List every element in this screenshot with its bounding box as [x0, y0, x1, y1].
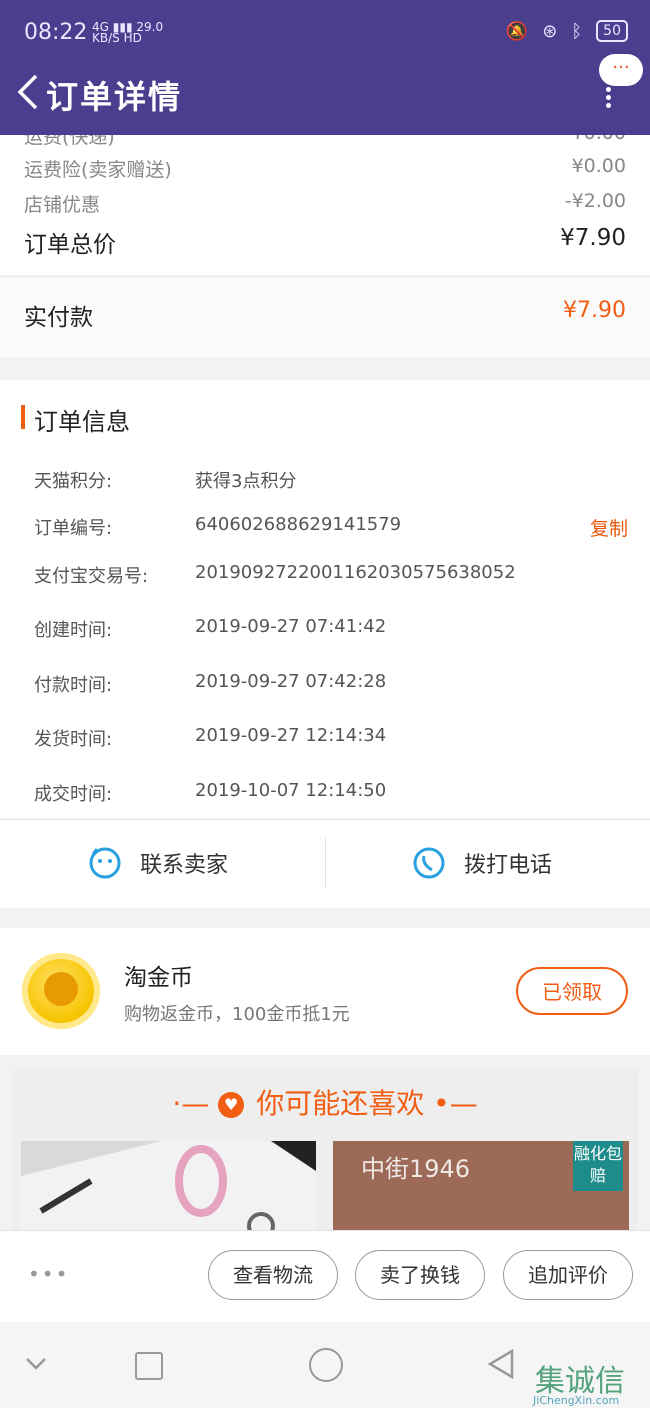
info-label-completed: 成交时间: — [34, 784, 113, 805]
contact-divider — [325, 838, 326, 888]
claimed-button[interactable]: 已领取 — [516, 967, 628, 1015]
nav-back-icon[interactable] — [486, 1348, 516, 1380]
page-title: 订单详情 — [46, 78, 183, 116]
melt-guarantee-badge: 融化包赔 — [573, 1141, 623, 1191]
mute-icon: 🔕 — [505, 20, 529, 42]
product-card-2[interactable]: 中街1946 融化包赔 — [333, 1141, 629, 1231]
contact-seller-button[interactable]: 联系卖家 — [88, 846, 228, 880]
info-value-points: 获得3点积分 — [195, 471, 297, 492]
order-total-row: 订单总价 ¥7.90 — [24, 225, 626, 258]
info-value-order-number: 640602688629141579 — [195, 514, 402, 535]
info-value-shipped: 2019-09-27 12:14:34 — [195, 725, 387, 746]
product-card-2-text: 中街1946 — [361, 1155, 471, 1183]
title-deco-right: •— — [433, 1087, 478, 1120]
heart-icon: ♥ — [218, 1092, 245, 1118]
info-value-created: 2019-09-27 07:41:42 — [195, 616, 387, 637]
order-info-title: 订单信息 — [34, 408, 130, 436]
view-logistics-button[interactable]: 查看物流 — [208, 1250, 338, 1300]
call-phone-button[interactable]: 拨打电话 — [412, 846, 552, 880]
coin-subtitle: 购物返金币，100金币抵1元 — [124, 1004, 350, 1025]
info-label-shipped: 发货时间: — [34, 729, 113, 750]
coin-title: 淘金币 — [124, 965, 193, 991]
info-label-alipay: 支付宝交易号: — [34, 566, 149, 587]
info-label-order-number: 订单编号: — [34, 518, 113, 539]
lock-icon: ⊛ — [542, 20, 558, 42]
kebab-menu-icon[interactable] — [598, 84, 618, 114]
recommend-title: ·— ♥ 你可能还喜欢 •— — [172, 1087, 478, 1120]
nav-recents-icon[interactable] — [135, 1352, 163, 1380]
section-accent-bar — [21, 405, 25, 429]
nav-home-icon[interactable] — [309, 1348, 343, 1382]
paid-label: 实付款 — [24, 305, 93, 331]
call-phone-label: 拨打电话 — [464, 853, 553, 878]
product-card-1[interactable] — [21, 1141, 316, 1231]
contact-seller-label: 联系卖家 — [140, 853, 229, 878]
info-value-paid-time: 2019-09-27 07:42:28 — [195, 671, 387, 692]
info-label-paid-time: 付款时间: — [34, 675, 113, 696]
more-messages-bubble[interactable]: ··· — [599, 54, 643, 86]
keychain-image — [21, 1141, 316, 1231]
copy-button[interactable]: 复制 — [590, 514, 628, 541]
info-value-alipay: 2019092722001162030575638052 — [195, 562, 516, 583]
status-time: 08:22 — [24, 20, 88, 45]
order-info-section — [0, 380, 650, 818]
chat-face-icon — [89, 847, 121, 879]
info-label-points: 天猫积分: — [34, 471, 113, 492]
status-bar: 08:22 4G ▮▮▮ 29.0 KB/S HD 🔕 ⊛ ᛒ 50 — [0, 0, 650, 66]
info-value-completed: 2019-10-07 12:14:50 — [195, 780, 387, 801]
info-label-created: 创建时间: — [34, 620, 113, 641]
status-icons: 🔕 ⊛ ᛒ 50 — [506, 20, 628, 42]
price-row-shipping: 运费(快递)¥0.00 — [24, 135, 626, 148]
battery-icon: 50 — [596, 20, 628, 42]
price-row-discount: 店铺优惠 -¥2.00 — [24, 190, 626, 216]
watermark-url: JiChengXin.com — [533, 1394, 620, 1407]
more-actions-button[interactable]: ••• — [28, 1262, 69, 1286]
price-row-insurance: 运费险(卖家赠送) ¥0.00 — [24, 155, 626, 181]
sell-item-button[interactable]: 卖了换钱 — [355, 1250, 485, 1300]
paid-value: ¥7.90 — [563, 298, 626, 323]
add-review-button[interactable]: 追加评价 — [503, 1250, 633, 1300]
title-deco-left: ·— — [172, 1087, 210, 1120]
phone-icon — [413, 847, 445, 879]
price-breakdown: 运费(快递)¥0.00 运费险(卖家赠送)¥0.00 店铺优惠-¥2.00 订单… — [0, 135, 650, 275]
bluetooth-icon: ᛒ — [571, 20, 583, 42]
nav-down-icon[interactable] — [24, 1354, 48, 1374]
network-indicator: 4G ▮▮▮ 29.0 KB/S HD — [92, 20, 164, 45]
paid-amount-row — [0, 276, 650, 357]
coin-mascot-icon — [44, 972, 78, 1006]
